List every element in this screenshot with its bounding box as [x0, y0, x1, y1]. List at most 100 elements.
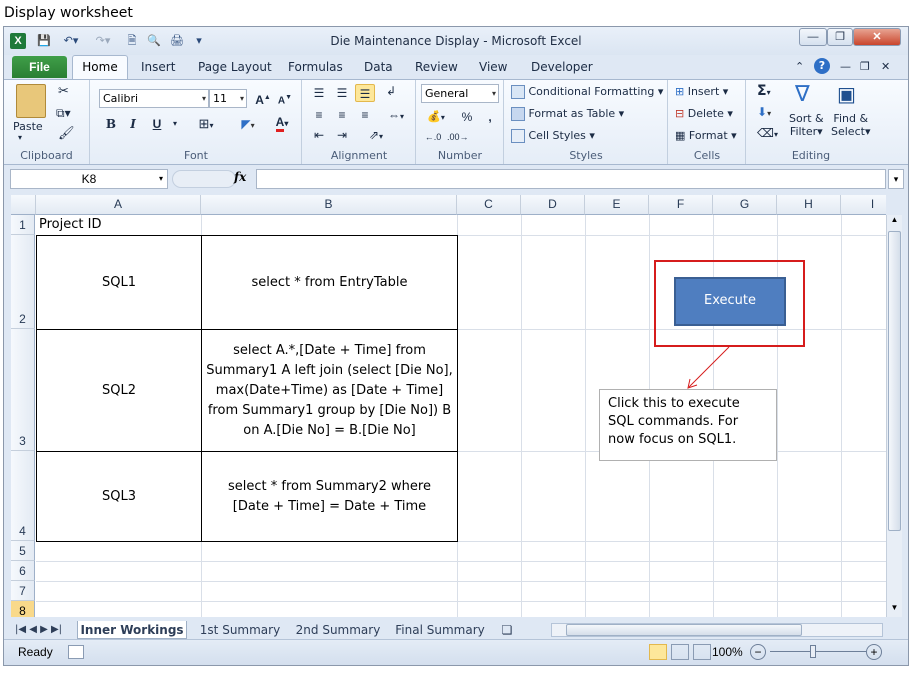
sheet-tab-final-summary[interactable]: Final Summary: [393, 621, 487, 639]
cell-a3[interactable]: SQL2: [36, 329, 202, 452]
align-right-icon[interactable]: ≡: [355, 106, 375, 124]
column-header-c[interactable]: C: [457, 195, 521, 215]
underline-dropdown-icon[interactable]: ▾: [165, 115, 185, 133]
close-button[interactable]: ✕: [853, 28, 901, 46]
workbook-restore-icon[interactable]: ❐: [860, 60, 870, 73]
help-icon[interactable]: ?: [814, 58, 830, 74]
fill-icon[interactable]: ⬇▾: [757, 105, 771, 119]
format-cells-button[interactable]: ▦ Format ▾: [675, 129, 737, 142]
align-bottom-icon[interactable]: ☰: [355, 84, 375, 102]
row-header-2[interactable]: 2: [11, 235, 35, 329]
bold-button[interactable]: B: [101, 115, 121, 133]
column-header-f[interactable]: F: [649, 195, 713, 215]
paste-button[interactable]: Paste: [13, 120, 43, 133]
page-break-view-icon[interactable]: [693, 644, 711, 660]
cell-a2[interactable]: SQL1: [36, 235, 202, 330]
format-as-table-button[interactable]: Format as Table ▾: [511, 107, 624, 121]
column-header-b[interactable]: B: [201, 195, 457, 215]
scroll-thumb[interactable]: [888, 231, 901, 531]
cell-styles-button[interactable]: Cell Styles ▾: [511, 129, 595, 143]
font-name-select[interactable]: Calibri ▾: [99, 89, 209, 108]
paste-dropdown-icon[interactable]: ▾: [18, 133, 22, 142]
minimize-button[interactable]: —: [799, 28, 827, 46]
cut-icon[interactable]: ✂: [58, 84, 69, 99]
number-format-select[interactable]: General ▾: [421, 84, 499, 103]
select-all-corner[interactable]: [11, 195, 36, 215]
formula-input[interactable]: [256, 169, 886, 189]
zoom-slider[interactable]: [770, 651, 866, 652]
restore-button[interactable]: ❐: [827, 28, 853, 46]
font-color-icon[interactable]: A▾: [267, 113, 297, 132]
copy-icon[interactable]: ⧉▾: [56, 106, 71, 121]
page-layout-view-icon[interactable]: [671, 644, 689, 660]
tab-file[interactable]: File: [12, 56, 67, 78]
row-header-4[interactable]: 4: [11, 451, 35, 541]
shrink-font-icon[interactable]: A▼: [275, 89, 295, 107]
cell-b2[interactable]: select * from EntryTable: [201, 235, 458, 330]
tab-insert[interactable]: Insert: [141, 60, 175, 74]
tab-developer[interactable]: Developer: [531, 60, 593, 74]
borders-icon[interactable]: ⊞▾: [191, 115, 221, 133]
orientation-icon[interactable]: ⇗▾: [361, 126, 391, 144]
workbook-minimize-icon[interactable]: —: [840, 60, 851, 73]
row-header-5[interactable]: 5: [11, 541, 35, 561]
sheet-tab-2nd-summary[interactable]: 2nd Summary: [293, 621, 383, 639]
cell-a1[interactable]: Project ID: [37, 216, 187, 234]
cell-b3[interactable]: select A.*,[Date + Time] from Summary1 A…: [201, 329, 458, 452]
worksheet-grid[interactable]: A B C D E F G H I 1 2 3 4 5 6 7 8 Projec…: [11, 195, 886, 617]
accounting-format-icon[interactable]: 💰▾: [421, 108, 451, 126]
increase-indent-icon[interactable]: ⇥: [332, 126, 352, 144]
column-header-d[interactable]: D: [521, 195, 585, 215]
workbook-close-icon[interactable]: ✕: [881, 60, 890, 73]
zoom-level[interactable]: 100%: [712, 645, 743, 659]
align-middle-icon[interactable]: ☰: [332, 84, 352, 102]
normal-view-icon[interactable]: [649, 644, 667, 660]
insert-sheet-icon[interactable]: ❏: [497, 621, 517, 639]
ribbon-collapse-icon[interactable]: ⌃: [795, 60, 804, 73]
tab-home[interactable]: Home: [72, 55, 128, 80]
name-box[interactable]: K8 ▾: [10, 169, 168, 189]
delete-cells-button[interactable]: ⊟ Delete ▾: [675, 107, 733, 120]
conditional-formatting-button[interactable]: Conditional Formatting ▾: [511, 85, 663, 99]
row-header-3[interactable]: 3: [11, 329, 35, 451]
execute-button[interactable]: Execute: [674, 277, 786, 326]
wrap-text-icon[interactable]: ↲: [381, 82, 401, 100]
insert-cells-button[interactable]: ⊞ Insert ▾: [675, 85, 728, 98]
fill-color-icon[interactable]: ◤▾: [233, 115, 263, 133]
align-top-icon[interactable]: ☰: [309, 84, 329, 102]
clear-icon[interactable]: ⌫▾: [757, 126, 778, 140]
zoom-slider-thumb[interactable]: [810, 645, 816, 658]
paste-icon[interactable]: [16, 84, 46, 118]
comma-style-button[interactable]: ,: [480, 108, 500, 126]
cell-b4[interactable]: select * from Summary2 where [Date + Tim…: [201, 451, 458, 542]
column-header-e[interactable]: E: [585, 195, 649, 215]
find-select-icon[interactable]: ▣: [837, 82, 856, 106]
horizontal-scrollbar[interactable]: [551, 623, 883, 637]
merge-center-icon[interactable]: ⇔▾: [381, 106, 411, 124]
tab-page-layout[interactable]: Page Layout: [198, 60, 272, 74]
sheet-tab-inner-workings[interactable]: Inner Workings: [77, 621, 187, 639]
cell-a4[interactable]: SQL3: [36, 451, 202, 542]
tab-view[interactable]: View: [479, 60, 507, 74]
decrease-decimal-icon[interactable]: .00→: [447, 128, 469, 146]
grow-font-icon[interactable]: A▲: [253, 89, 273, 107]
row-header-8[interactable]: 8: [11, 601, 35, 617]
align-center-icon[interactable]: ≡: [332, 106, 352, 124]
scroll-down-icon[interactable]: ▼: [888, 603, 901, 617]
increase-decimal-icon[interactable]: ←.0: [423, 128, 443, 146]
zoom-out-icon[interactable]: −: [750, 644, 766, 660]
align-left-icon[interactable]: ≡: [309, 106, 329, 124]
expand-formula-bar-icon[interactable]: ▾: [888, 169, 904, 189]
insert-function-icon[interactable]: fx: [234, 170, 246, 184]
sort-filter-button[interactable]: Sort & Filter▾: [789, 112, 824, 138]
underline-button[interactable]: U: [147, 115, 167, 133]
scroll-up-icon[interactable]: ▲: [888, 215, 901, 229]
column-header-h[interactable]: H: [777, 195, 841, 215]
tab-review[interactable]: Review: [415, 60, 458, 74]
tab-data[interactable]: Data: [364, 60, 393, 74]
find-select-button[interactable]: Find & Select▾: [831, 112, 870, 138]
row-header-6[interactable]: 6: [11, 561, 35, 581]
decrease-indent-icon[interactable]: ⇤: [309, 126, 329, 144]
font-size-select[interactable]: 11 ▾: [209, 89, 247, 108]
horizontal-scroll-thumb[interactable]: [566, 624, 802, 636]
